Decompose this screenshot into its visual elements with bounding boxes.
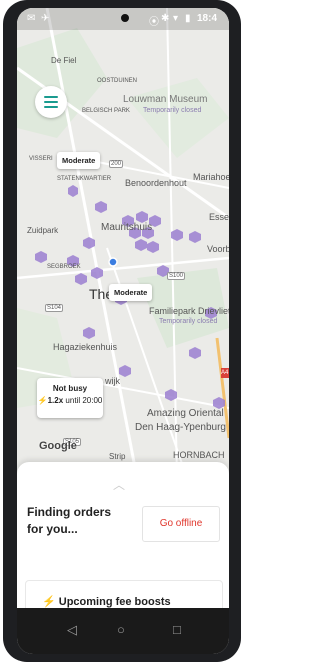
app-icon: ✈ <box>41 13 50 24</box>
map-label-segbroek: SEGBROEK <box>47 264 81 270</box>
status-time: 18:4 <box>197 13 218 24</box>
hamburger-icon <box>44 106 58 108</box>
go-offline-button[interactable]: Go offline <box>142 506 220 542</box>
busyness-title: Not busy <box>52 384 88 393</box>
map-label-benoordenhout: Benoordenhout <box>125 178 187 188</box>
bluetooth-icon: ✱ <box>161 13 170 24</box>
map-label-louwman: Louwman Museum <box>123 94 208 105</box>
phone-frame: De Fiel OOSTDUINEN BELGISCH PARK Louwman… <box>3 0 241 662</box>
map-label-esses: Esses <box>209 212 229 222</box>
fee-boosts-title: ⚡ Upcoming fee boosts <box>42 595 171 608</box>
busyness-tag-moderate[interactable]: Moderate <box>57 152 101 169</box>
map-label-belgisch-park: BELGISCH PARK <box>82 108 130 114</box>
chevron-up-icon[interactable]: ︿ <box>113 476 125 493</box>
status-bar: ✉ ✈ ⦿ ✱ ▾ ▮ 18:4 <box>17 8 229 30</box>
map-label-de-fiel: De Fiel <box>51 56 77 65</box>
busyness-tag-label: Moderate <box>114 288 148 297</box>
menu-button[interactable] <box>35 86 67 118</box>
messenger-icon: ✉ <box>27 13 36 24</box>
busyness-card[interactable]: Not busy ⚡1.2x until 20:00 <box>37 378 103 418</box>
map-label-hagaziekenhuis: Hagaziekenhuis <box>53 342 118 352</box>
map-label-temporarily-closed-1: Temporarily closed <box>143 107 202 114</box>
map-label-mauritshuis: Mauritshuis <box>101 222 153 233</box>
phone-screen: De Fiel OOSTDUINEN BELGISCH PARK Louwman… <box>17 8 229 654</box>
map-label-s200: 200 <box>109 160 124 168</box>
map-label-strip: Strip <box>109 452 126 461</box>
hamburger-icon <box>44 96 58 98</box>
delivery-map[interactable]: De Fiel OOSTDUINEN BELGISCH PARK Louwman… <box>17 8 229 478</box>
google-logo: Google <box>39 440 77 452</box>
wifi-icon: ▾ <box>173 13 179 24</box>
bottom-sheet[interactable]: ︿ Finding orders for you... Go offline ⚡… <box>17 462 229 622</box>
location-icon: ⦿ <box>149 17 159 28</box>
front-camera <box>121 14 129 22</box>
map-label-mariahoeve: Mariahoeve <box>193 172 229 182</box>
finding-orders-status: Finding orders for you... <box>27 505 111 536</box>
map-label-zuidpark: Zuidpark <box>27 226 59 235</box>
recents-icon[interactable]: □ <box>173 622 181 637</box>
map-label-voorbu: Voorbu <box>207 244 229 254</box>
multiplier-until: until 20:00 <box>65 396 103 405</box>
android-nav-bar: ◁ ○ □ <box>17 608 229 654</box>
map-label-statenkwartier: STATENKWARTIER <box>57 176 112 182</box>
signal-icon: ▮ <box>185 13 191 24</box>
map-label-hornbach: HORNBACH <box>173 450 225 460</box>
busyness-tag-label: Moderate <box>62 156 96 165</box>
map-label-a4: A4 <box>221 370 229 376</box>
map-label-temporarily-closed-2: Temporarily closed <box>159 318 218 325</box>
fee-multiplier-row: ⚡1.2x until 20:00 <box>37 396 103 405</box>
map-label-s104: S104 <box>45 304 64 312</box>
map-label-s100: S100 <box>167 272 186 280</box>
map-label-wijk: wijk <box>105 376 120 386</box>
map-label-visserij: VISSERI <box>29 156 53 162</box>
map-label-familiepark: Familiepark Drievliet <box>149 306 229 316</box>
lightning-icon: ⚡ <box>42 596 56 608</box>
map-label-amazing-oriental: Amazing Oriental <box>147 408 224 419</box>
lightning-icon: ⚡ <box>37 396 48 405</box>
map-label-oostduinen: OOSTDUINEN <box>97 78 138 84</box>
fee-boosts-label: Upcoming fee boosts <box>58 596 171 608</box>
map-label-den-haag-ypenburg: Den Haag-Ypenburg <box>135 422 226 433</box>
hamburger-icon <box>44 101 58 103</box>
fee-multiplier: 1.2x <box>47 396 64 405</box>
busyness-tag-moderate[interactable]: Moderate <box>109 284 153 301</box>
home-icon[interactable]: ○ <box>117 622 125 637</box>
back-icon[interactable]: ◁ <box>67 622 77 638</box>
